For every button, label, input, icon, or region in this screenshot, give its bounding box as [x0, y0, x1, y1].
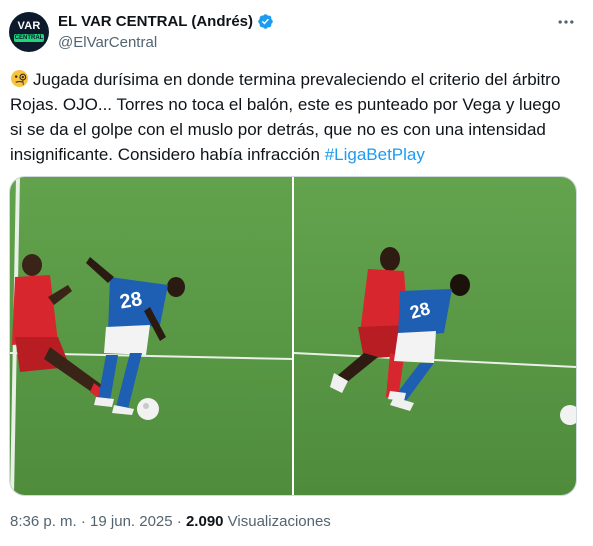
views-label: Visualizaciones	[223, 513, 331, 530]
media-grid: 28 28	[9, 176, 577, 496]
tweet-meta: 8:36 p. m. · 19 jun. 2025 · 2.090 Visual…	[10, 513, 331, 530]
svg-text:28: 28	[118, 288, 144, 314]
author-name[interactable]: EL VAR CENTRAL (Andrés)	[58, 13, 253, 30]
face-with-monocle-icon	[10, 69, 29, 88]
avatar-text-central: CENTRAL	[14, 34, 44, 42]
avatar[interactable]: VAR CENTRAL	[9, 12, 49, 52]
soccer-photo-right[interactable]: 28	[294, 177, 576, 495]
tweet-body: Jugada durísima en donde termina prevale…	[10, 70, 561, 164]
author-handle[interactable]: @ElVarCentral	[58, 34, 157, 51]
tweet-card: VAR CENTRAL EL VAR CENTRAL (Andrés) @ElV…	[0, 0, 593, 546]
author-name-row: EL VAR CENTRAL (Andrés)	[58, 13, 274, 30]
avatar-text-var: VAR	[17, 20, 41, 32]
more-options-icon[interactable]	[556, 12, 576, 32]
tweet-text: Jugada durísima en donde termina prevale…	[10, 67, 570, 167]
meta-separator: ·	[76, 513, 91, 530]
verified-badge-icon	[258, 14, 273, 29]
meta-separator: ·	[172, 513, 186, 530]
tweet-date[interactable]: 19 jun. 2025	[90, 513, 173, 530]
hashtag-link[interactable]: #LigaBetPlay	[325, 145, 425, 164]
soccer-photo-left[interactable]: 28	[10, 177, 292, 495]
views-count: 2.090	[185, 513, 224, 530]
tweet-time[interactable]: 8:36 p. m.	[10, 513, 77, 530]
